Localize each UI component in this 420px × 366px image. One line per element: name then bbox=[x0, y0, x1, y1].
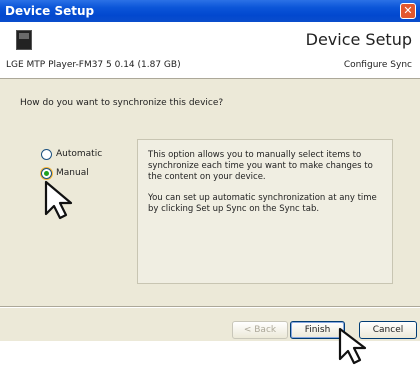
close-button[interactable]: ✕ bbox=[400, 3, 416, 19]
manual-radio[interactable] bbox=[41, 167, 52, 179]
header-subtitle: Configure Sync bbox=[343, 60, 412, 70]
footer-divider bbox=[0, 306, 420, 308]
device-setup-dialog: Device Setup ✕ Device Setup LGE MTP Play… bbox=[0, 0, 420, 341]
sync-question: How do you want to synchronize this devi… bbox=[20, 98, 224, 108]
description-paragraph: You can set up automatic synchronization… bbox=[148, 193, 377, 214]
header-title: Device Setup bbox=[305, 30, 412, 49]
manual-label: Manual bbox=[56, 168, 89, 178]
description-paragraph: This option allows you to manually selec… bbox=[148, 150, 373, 182]
back-button[interactable]: < Back bbox=[232, 321, 288, 339]
automatic-label: Automatic bbox=[56, 149, 103, 159]
close-icon: ✕ bbox=[403, 4, 413, 17]
finish-button[interactable]: Finish bbox=[290, 321, 345, 339]
manual-option[interactable]: Manual bbox=[41, 166, 89, 180]
automatic-option[interactable]: Automatic bbox=[41, 147, 102, 161]
device-icon bbox=[16, 30, 32, 50]
window-title: Device Setup bbox=[5, 4, 95, 18]
title-bar[interactable]: Device Setup ✕ bbox=[0, 0, 420, 22]
automatic-radio[interactable] bbox=[41, 148, 52, 160]
device-name: LGE MTP Player-FM37 5 0.14 (1.87 GB) bbox=[6, 60, 181, 70]
description-box: This option allows you to manually selec… bbox=[137, 139, 393, 284]
header-panel: Device Setup LGE MTP Player-FM37 5 0.14 … bbox=[0, 22, 420, 79]
description-text: This option allows you to manually selec… bbox=[148, 150, 380, 225]
pointer-cursor-icon bbox=[44, 180, 73, 220]
pointer-cursor-icon bbox=[338, 327, 367, 365]
